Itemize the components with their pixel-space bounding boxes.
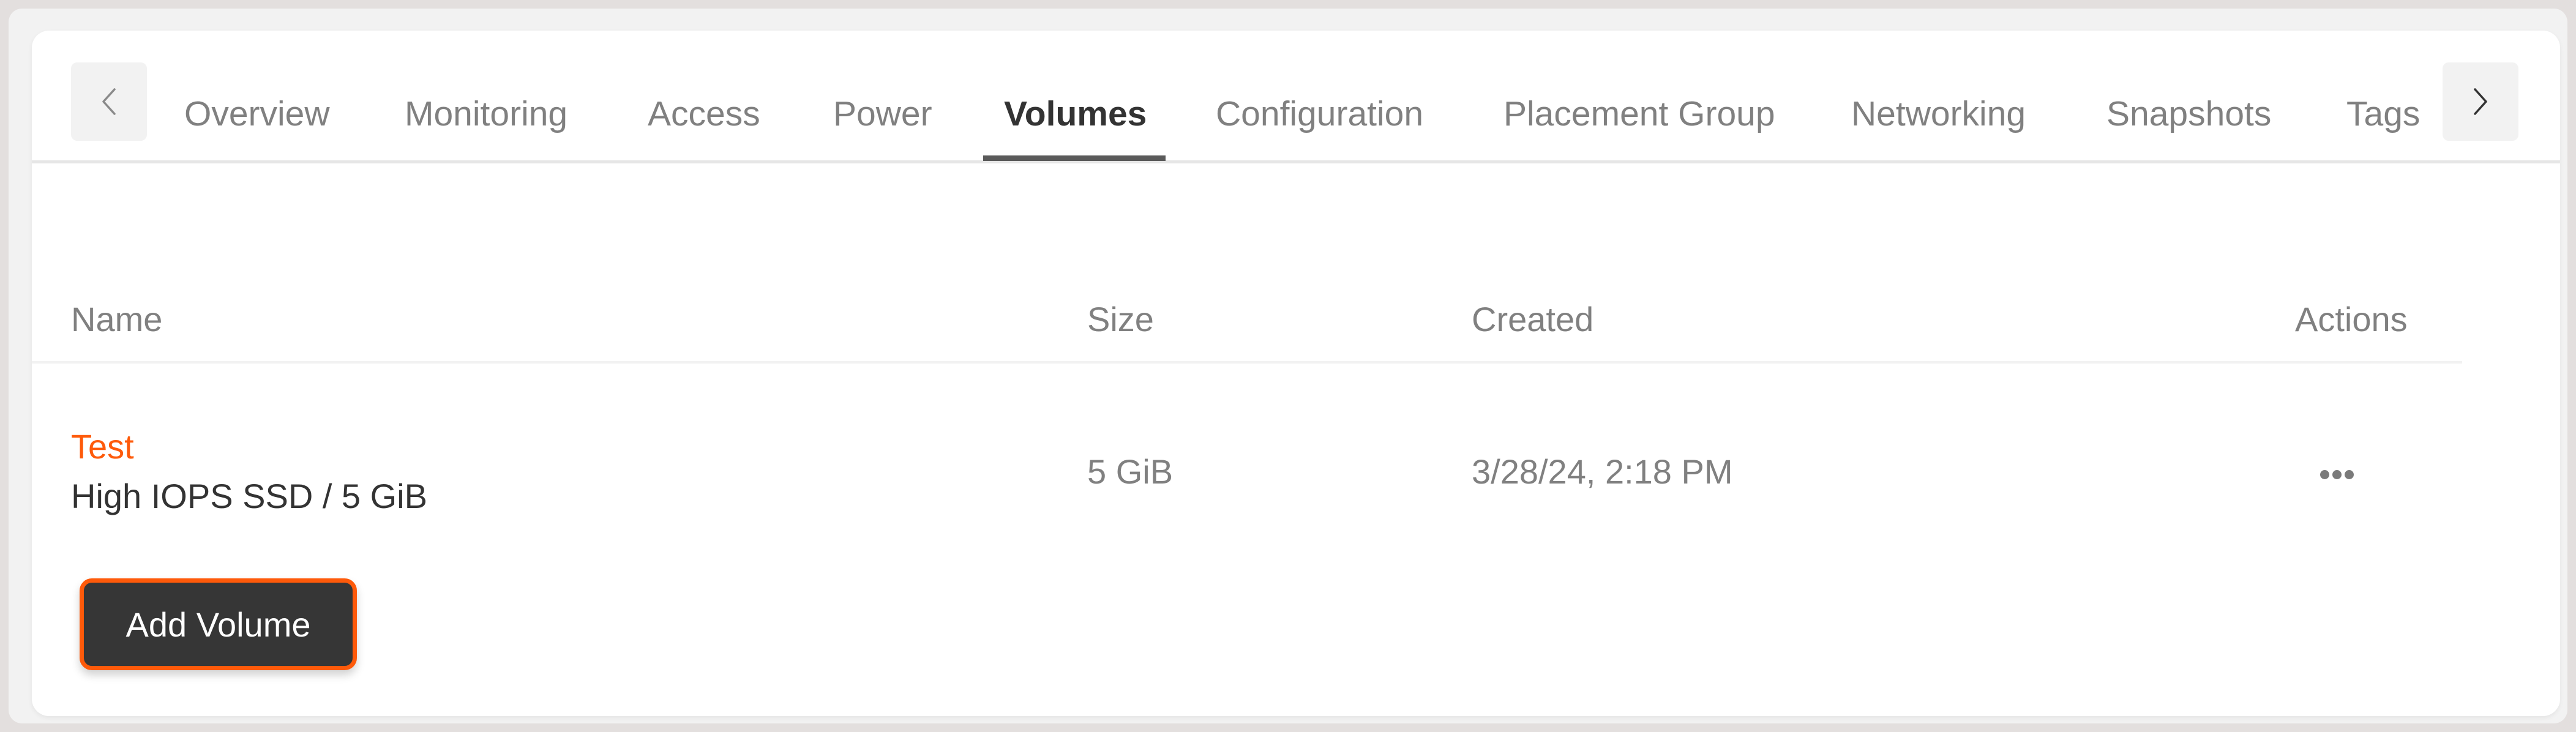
column-header-name: Name: [71, 300, 163, 338]
tabs-scroll-right-button[interactable]: [2443, 62, 2518, 141]
tab-overview[interactable]: Overview: [184, 97, 330, 132]
more-horizontal-icon: [2320, 469, 2354, 479]
chevron-right-icon: [2474, 88, 2487, 115]
tab-bar: Overview Monitoring Access Power Volumes…: [32, 31, 2560, 163]
tab-configuration[interactable]: Configuration: [1216, 97, 1423, 132]
column-header-actions: Actions: [2295, 300, 2408, 338]
row-actions-button[interactable]: [2309, 459, 2364, 490]
chevron-left-icon: [102, 88, 116, 115]
column-header-created: Created: [1472, 300, 1594, 338]
volumes-panel: Overview Monitoring Access Power Volumes…: [32, 31, 2560, 716]
tab-access[interactable]: Access: [648, 97, 760, 132]
volume-name-link[interactable]: Test: [71, 430, 134, 464]
tab-snapshots[interactable]: Snapshots: [2106, 97, 2271, 132]
tab-tags[interactable]: Tags: [2346, 97, 2420, 132]
page-frame: Overview Monitoring Access Power Volumes…: [9, 9, 2567, 723]
table-header-divider: [32, 361, 2462, 364]
tab-volumes[interactable]: Volumes: [1004, 97, 1147, 132]
tab-monitoring[interactable]: Monitoring: [405, 97, 567, 132]
volume-description: High IOPS SSD / 5 GiB: [71, 477, 427, 515]
tab-placement-group[interactable]: Placement Group: [1503, 97, 1775, 132]
tabs-scroll-left-button[interactable]: [71, 62, 147, 141]
active-tab-indicator: [983, 155, 1166, 161]
add-volume-button[interactable]: Add Volume: [80, 578, 357, 670]
tab-networking[interactable]: Networking: [1851, 97, 2026, 132]
column-header-size: Size: [1087, 300, 1154, 338]
volume-size: 5 GiB: [1087, 452, 1174, 491]
volume-created: 3/28/24, 2:18 PM: [1472, 452, 1733, 491]
tab-power[interactable]: Power: [833, 97, 932, 132]
